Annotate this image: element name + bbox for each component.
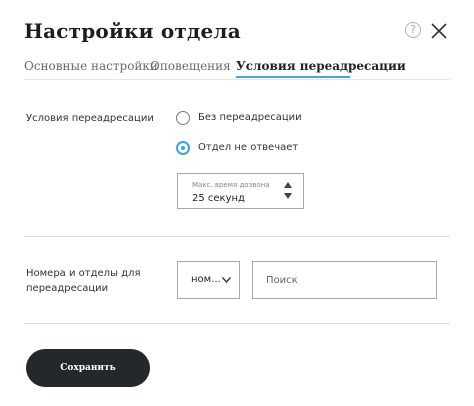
dialog-title: Настройки отдела	[24, 19, 241, 43]
number-type-value: ном...	[191, 274, 221, 285]
forwarding-conditions-label: Условия переадресации	[26, 113, 154, 124]
active-tab-indicator	[236, 76, 350, 78]
number-type-select[interactable]: ном...	[177, 261, 240, 299]
radio-button[interactable]	[176, 111, 190, 125]
help-icon[interactable]: ?	[405, 22, 421, 38]
forwarding-numbers-label: Номера и отделы для переадресации	[26, 268, 141, 294]
save-button[interactable]: Сохранить	[26, 349, 150, 387]
section-divider	[24, 236, 450, 237]
chevron-down-icon	[222, 277, 231, 283]
increment-arrow-icon[interactable]	[284, 182, 292, 188]
close-icon[interactable]	[430, 22, 448, 40]
radio-label: Отдел не отвечает	[198, 142, 299, 153]
search-input[interactable]	[252, 261, 437, 299]
decrement-arrow-icon[interactable]	[284, 193, 292, 199]
tab-notifications[interactable]: Оповещения	[150, 59, 231, 73]
radio-no-forwarding[interactable]: Без переадресации	[176, 111, 306, 127]
radio-button-checked[interactable]	[176, 141, 190, 155]
ring-time-stepper[interactable]: Макс. время дозвона 25 секунд	[177, 173, 304, 209]
radio-label: Без переадресации	[198, 112, 302, 123]
section-divider	[24, 323, 450, 324]
tab-general-settings[interactable]: Основные настройки	[24, 59, 158, 73]
radio-department-no-answer[interactable]: Отдел не отвечает	[176, 141, 306, 157]
ring-time-value[interactable]: 25 секунд	[192, 193, 245, 204]
tabs-divider	[24, 79, 450, 80]
ring-time-caption: Макс. время дозвона	[192, 181, 270, 189]
tab-forwarding-conditions[interactable]: Условия переадресации	[236, 59, 406, 73]
